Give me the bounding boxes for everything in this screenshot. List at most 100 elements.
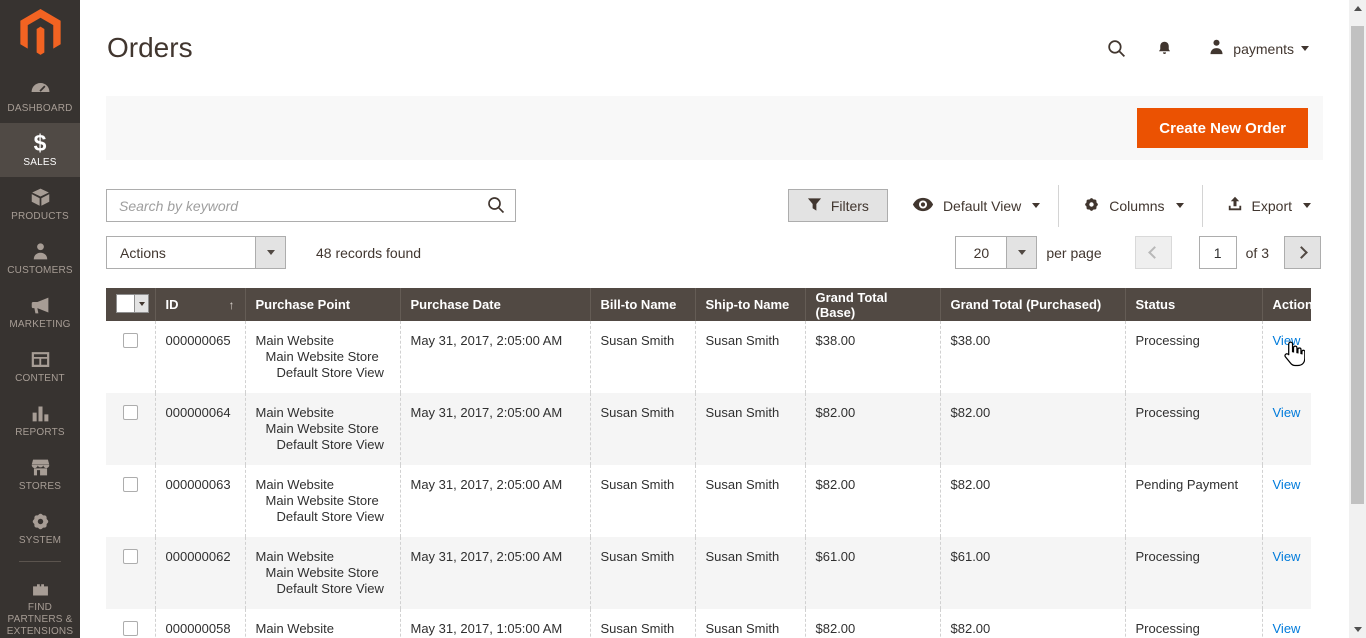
next-page-button[interactable] <box>1284 236 1321 269</box>
per-page-select[interactable]: 20 <box>955 236 1037 269</box>
scroll-up-button[interactable] <box>1349 0 1366 17</box>
per-page-label: per page <box>1046 245 1101 261</box>
content-layout-icon <box>2 348 78 370</box>
order-row: 000000062 Main Website Main Website Stor… <box>106 537 1311 609</box>
export-control[interactable]: Export <box>1227 196 1311 215</box>
view-order-link[interactable]: View <box>1273 477 1301 492</box>
view-selector[interactable]: Default View <box>912 197 1040 215</box>
sidebar-item-stores[interactable]: STORES <box>0 447 80 501</box>
page-header: Orders payments <box>80 0 1349 96</box>
filters-button[interactable]: Filters <box>788 189 888 222</box>
column-header-ship-to[interactable]: Ship-to Name <box>695 288 805 321</box>
notifications-bell-icon[interactable] <box>1156 39 1173 58</box>
chevron-down-icon <box>1303 203 1311 208</box>
stores-shop-icon <box>2 456 78 478</box>
dashboard-gauge-icon <box>2 78 78 100</box>
cell-status: Processing <box>1125 393 1262 465</box>
column-header-id[interactable]: ID↑ <box>155 288 245 321</box>
cell-order-id: 000000064 <box>155 393 245 465</box>
chevron-down-icon <box>134 295 148 312</box>
column-header-purchase-point[interactable]: Purchase Point <box>245 288 400 321</box>
cell-bill-to: Susan Smith <box>590 321 695 393</box>
sidebar-item-content[interactable]: CONTENT <box>0 339 80 393</box>
cell-purchase-point: Main Website Main Website Store Default … <box>245 393 400 465</box>
create-new-order-button[interactable]: Create New Order <box>1137 108 1308 148</box>
magento-logo[interactable] <box>0 0 80 69</box>
row-checkbox[interactable] <box>123 621 138 636</box>
column-header-grand-total-purchased[interactable]: Grand Total (Purchased) <box>940 288 1125 321</box>
column-header-purchase-date[interactable]: Purchase Date <box>400 288 590 321</box>
view-order-link[interactable]: View <box>1273 549 1301 564</box>
user-account-menu[interactable]: payments <box>1208 38 1309 59</box>
global-search-icon[interactable] <box>1106 38 1127 59</box>
select-all-checkbox[interactable] <box>117 295 134 312</box>
scroll-down-button[interactable] <box>1349 621 1366 638</box>
previous-page-button[interactable] <box>1135 236 1172 269</box>
cell-ship-to: Susan Smith <box>695 321 805 393</box>
eye-icon <box>912 197 934 215</box>
cell-ship-to: Susan Smith <box>695 465 805 537</box>
chevron-down-icon <box>1006 237 1036 268</box>
sidebar-item-find-partners[interactable]: FIND PARTNERS & EXTENSIONS <box>0 568 80 638</box>
grid-header-row: ID↑ Purchase Point Purchase Date Bill-to… <box>106 288 1311 321</box>
column-header-bill-to[interactable]: Bill-to Name <box>590 288 695 321</box>
magento-logo-icon <box>20 9 61 56</box>
cell-grand-total-purchased: $82.00 <box>940 609 1125 638</box>
chevron-down-icon <box>255 237 285 268</box>
cell-grand-total-base: $82.00 <box>805 393 940 465</box>
customers-person-icon <box>2 240 78 262</box>
view-order-link[interactable]: View <box>1273 333 1301 348</box>
cell-status: Processing <box>1125 537 1262 609</box>
sidebar-item-marketing[interactable]: MARKETING <box>0 285 80 339</box>
order-row: 000000063 Main Website Main Website Stor… <box>106 465 1311 537</box>
cell-purchase-point: Main Website Main Website Store Default … <box>245 537 400 609</box>
cell-purchase-date: May 31, 2017, 2:05:00 AM <box>400 465 590 537</box>
column-header-grand-total-base[interactable]: Grand Total (Base) <box>805 288 940 321</box>
select-all-dropdown[interactable] <box>106 288 155 321</box>
chevron-down-icon <box>1176 203 1184 208</box>
sidebar-item-reports[interactable]: REPORTS <box>0 393 80 447</box>
order-row: 000000058 Main Website Main Website Stor… <box>106 609 1311 638</box>
marketing-megaphone-icon <box>2 294 78 316</box>
mass-actions-select[interactable]: Actions <box>106 236 286 269</box>
row-checkbox[interactable] <box>123 405 138 420</box>
records-found-label: 48 records found <box>316 245 421 261</box>
cell-order-id: 000000065 <box>155 321 245 393</box>
cell-status: Processing <box>1125 609 1262 638</box>
sidebar-menu: DASHBOARD $ SALES PRODUCTS CUSTOMERS <box>0 69 80 638</box>
sidebar-item-system[interactable]: SYSTEM <box>0 501 80 555</box>
cell-grand-total-base: $61.00 <box>805 537 940 609</box>
row-checkbox[interactable] <box>123 333 138 348</box>
grid-toolbar-actions: Filters Default View Columns <box>788 189 1311 222</box>
scrollbar-thumb[interactable] <box>1351 26 1364 504</box>
cell-order-id: 000000062 <box>155 537 245 609</box>
vertical-scrollbar[interactable] <box>1349 0 1366 638</box>
row-checkbox[interactable] <box>123 549 138 564</box>
column-header-status[interactable]: Status <box>1125 288 1262 321</box>
reports-chart-icon <box>2 402 78 424</box>
grid-toolbar: Filters Default View Columns <box>106 189 1323 222</box>
cell-status: Processing <box>1125 321 1262 393</box>
toolbar-divider <box>1202 185 1203 227</box>
username-label: payments <box>1233 41 1294 57</box>
view-order-link[interactable]: View <box>1273 621 1301 636</box>
sidebar-item-sales[interactable]: $ SALES <box>0 123 80 177</box>
current-page-input[interactable] <box>1199 236 1237 269</box>
columns-selector[interactable]: Columns <box>1083 196 1183 216</box>
search-submit-icon[interactable] <box>486 195 506 218</box>
columns-gear-icon <box>1083 196 1100 216</box>
view-order-link[interactable]: View <box>1273 405 1301 420</box>
sidebar-item-products[interactable]: PRODUCTS <box>0 177 80 231</box>
system-gear-icon <box>2 510 78 532</box>
sidebar-item-dashboard[interactable]: DASHBOARD <box>0 69 80 123</box>
cell-bill-to: Susan Smith <box>590 537 695 609</box>
cell-purchase-date: May 31, 2017, 2:05:00 AM <box>400 393 590 465</box>
search-input[interactable] <box>106 189 516 222</box>
toolbar-divider <box>1058 185 1059 227</box>
row-checkbox[interactable] <box>123 477 138 492</box>
cell-purchase-point: Main Website Main Website Store Default … <box>245 465 400 537</box>
triangle-up-icon <box>1354 6 1362 11</box>
column-header-action[interactable]: Action <box>1262 288 1311 321</box>
sidebar-divider <box>19 561 61 562</box>
sidebar-item-customers[interactable]: CUSTOMERS <box>0 231 80 285</box>
